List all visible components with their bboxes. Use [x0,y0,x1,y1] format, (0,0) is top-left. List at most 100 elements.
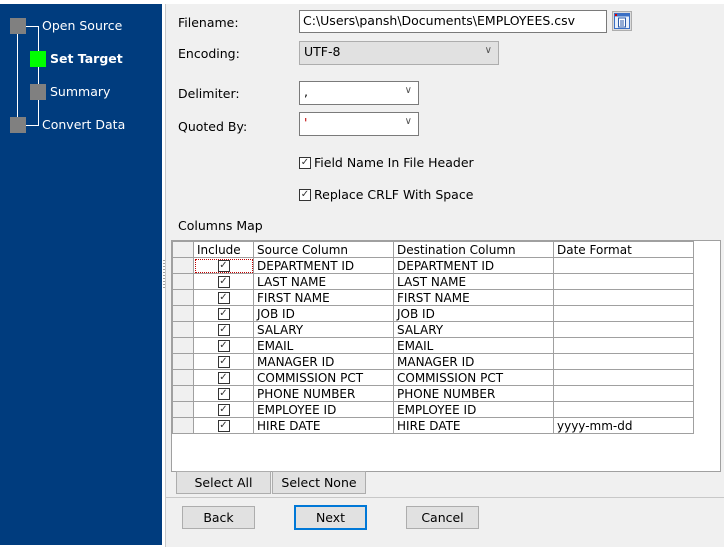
source-column-cell: DEPARTMENT ID [253,257,394,274]
header-include[interactable]: Include [193,241,254,258]
row-header-cell[interactable] [172,385,194,402]
delimiter-label: Delimiter: [178,86,240,101]
footer-divider [166,497,724,498]
include-checkbox[interactable]: ✓ [217,404,230,416]
date-format-cell[interactable] [553,385,694,402]
replace-crlf-label: Replace CRLF With Space [314,187,474,202]
include-cell[interactable]: ✓ [193,305,254,322]
include-cell[interactable]: ✓ [193,273,254,290]
set-target-panel: Filename: C:\Users\pansh\Documents\EMPLO… [165,4,724,547]
date-format-cell[interactable] [553,353,694,370]
destination-column-cell[interactable]: HIRE DATE [393,417,554,434]
date-format-cell[interactable] [553,289,694,306]
include-cell[interactable]: ✓ [193,257,254,274]
destination-column-cell[interactable]: DEPARTMENT ID [393,257,554,274]
include-checkbox[interactable]: ✓ [217,308,230,320]
include-checkbox[interactable]: ✓ [217,276,230,288]
include-cell[interactable]: ✓ [193,321,254,338]
include-checkbox[interactable]: ✓ [217,292,230,304]
destination-column-cell[interactable]: LAST NAME [393,273,554,290]
table-row[interactable]: ✓ DEPARTMENT ID DEPARTMENT ID [172,257,694,274]
include-checkbox[interactable]: ✓ [217,340,230,352]
include-cell[interactable]: ✓ [193,417,254,434]
include-checkbox[interactable]: ✓ [217,388,230,400]
field-name-header-checkbox[interactable]: ✓ Field Name In File Header [299,155,474,170]
table-row[interactable]: ✓ HIRE DATE HIRE DATE yyyy-mm-dd [172,417,694,434]
row-header-cell[interactable] [172,321,194,338]
include-cell[interactable]: ✓ [193,337,254,354]
row-header-cell[interactable] [172,289,194,306]
date-format-cell[interactable] [553,401,694,418]
destination-column-cell[interactable]: PHONE NUMBER [393,385,554,402]
date-format-cell[interactable]: yyyy-mm-dd [553,417,694,434]
source-column-cell: EMPLOYEE ID [253,401,394,418]
date-format-cell[interactable] [553,257,694,274]
date-format-cell[interactable] [553,305,694,322]
source-column-cell: HIRE DATE [253,417,394,434]
table-row[interactable]: ✓ EMAIL EMAIL [172,337,694,354]
chevron-down-icon: ∨ [404,116,412,127]
replace-crlf-checkbox[interactable]: ✓ Replace CRLF With Space [299,187,473,202]
include-checkbox[interactable]: ✓ [217,260,230,272]
source-column-cell: COMMISSION PCT [253,369,394,386]
row-header-cell[interactable] [172,257,194,274]
next-button[interactable]: Next [294,505,367,530]
destination-column-cell[interactable]: JOB ID [393,305,554,322]
include-checkbox[interactable]: ✓ [217,356,230,368]
include-cell[interactable]: ✓ [193,353,254,370]
row-header-cell[interactable] [172,273,194,290]
quoted-by-label: Quoted By: [178,119,248,134]
select-all-button[interactable]: Select All [176,471,271,494]
include-cell[interactable]: ✓ [193,289,254,306]
quoted-by-value: ' [304,115,308,130]
source-column-cell: SALARY [253,321,394,338]
table-row[interactable]: ✓ FIRST NAME FIRST NAME [172,289,694,306]
date-format-cell[interactable] [553,273,694,290]
quoted-by-select[interactable]: ' ∨ [299,112,419,136]
destination-column-cell[interactable]: FIRST NAME [393,289,554,306]
table-row[interactable]: ✓ LAST NAME LAST NAME [172,273,694,290]
row-header-cell[interactable] [172,337,194,354]
table-row[interactable]: ✓ MANAGER ID MANAGER ID [172,353,694,370]
delimiter-select[interactable]: , ∨ [299,81,419,105]
include-checkbox[interactable]: ✓ [217,372,230,384]
header-source-column[interactable]: Source Column [253,241,394,258]
row-header-cell[interactable] [172,369,194,386]
destination-column-cell[interactable]: SALARY [393,321,554,338]
destination-column-cell[interactable]: EMAIL [393,337,554,354]
tree-line-convert [26,125,38,126]
destination-column-cell[interactable]: COMMISSION PCT [393,369,554,386]
step-set-target-label: Set Target [50,51,123,66]
destination-column-cell[interactable]: EMPLOYEE ID [393,401,554,418]
include-cell[interactable]: ✓ [193,385,254,402]
row-header-cell[interactable] [172,417,194,434]
include-checkbox[interactable]: ✓ [217,324,230,336]
delimiter-value: , [304,84,308,99]
encoding-select[interactable]: UTF-8 ∨ [299,41,499,65]
browse-button[interactable] [612,11,632,31]
header-destination-column[interactable]: Destination Column [393,241,554,258]
include-cell[interactable]: ✓ [193,401,254,418]
select-none-button[interactable]: Select None [272,471,366,494]
table-row[interactable]: ✓ EMPLOYEE ID EMPLOYEE ID [172,401,694,418]
date-format-cell[interactable] [553,369,694,386]
table-row[interactable]: ✓ SALARY SALARY [172,321,694,338]
destination-column-cell[interactable]: MANAGER ID [393,353,554,370]
date-format-cell[interactable] [553,321,694,338]
include-cell[interactable]: ✓ [193,369,254,386]
cancel-button[interactable]: Cancel [406,506,479,529]
table-row[interactable]: ✓ PHONE NUMBER PHONE NUMBER [172,385,694,402]
columns-map-title: Columns Map [178,218,263,233]
back-button[interactable]: Back [182,506,255,529]
date-format-cell[interactable] [553,337,694,354]
table-row[interactable]: ✓ JOB ID JOB ID [172,305,694,322]
row-header-cell[interactable] [172,305,194,322]
row-header-cell[interactable] [172,401,194,418]
table-row[interactable]: ✓ COMMISSION PCT COMMISSION PCT [172,369,694,386]
columns-map-grid[interactable]: Include Source Column Destination Column… [171,240,721,472]
filename-input[interactable]: C:\Users\pansh\Documents\EMPLOYEES.csv [299,10,607,33]
include-checkbox[interactable]: ✓ [217,420,230,432]
checkbox-checked-icon: ✓ [299,156,311,169]
row-header-cell[interactable] [172,353,194,370]
header-date-format[interactable]: Date Format [553,241,694,258]
